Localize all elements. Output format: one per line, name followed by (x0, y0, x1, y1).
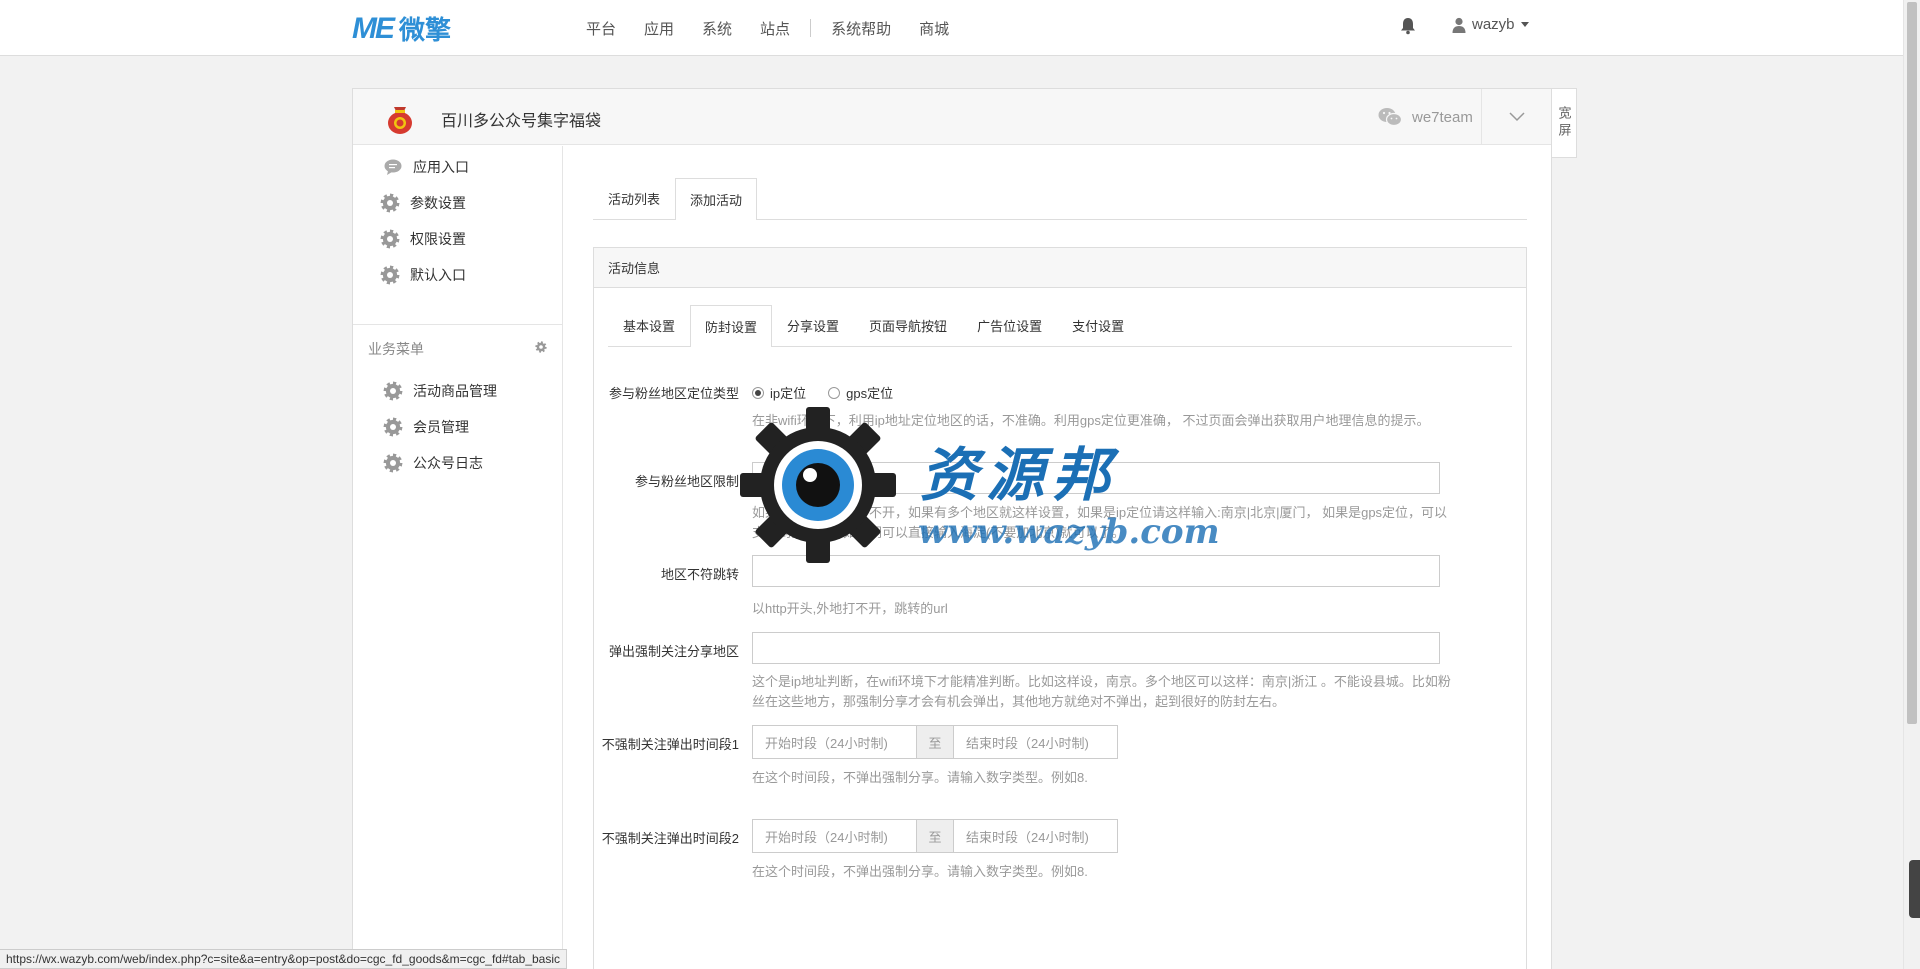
sidebar-item-default-entry[interactable]: 默认入口 (380, 263, 466, 287)
no-force-period2-label: 不强制关注弹出时间段2 (601, 831, 739, 846)
tab-anti-block-settings[interactable]: 防封设置 (690, 305, 773, 347)
tab-nav-buttons[interactable]: 页面导航按钮 (854, 304, 962, 346)
period1-start-input[interactable]: 开始时段（24小时制) (753, 726, 916, 758)
nav-apps[interactable]: 应用 (630, 18, 688, 39)
chevron-down-icon (1508, 112, 1525, 122)
sidebar-item-label: 活动商品管理 (413, 383, 497, 399)
panel-title: 活动信息 (594, 248, 1526, 288)
period2-start-input[interactable]: 开始时段（24小时制) (753, 820, 916, 852)
watermark-text: 资源邦 (920, 441, 1119, 509)
nav-system[interactable]: 系统 (688, 18, 746, 39)
brand-logo[interactable]: ME 微擎 (352, 10, 451, 47)
user-icon (1452, 17, 1466, 33)
scrollbar-thumb[interactable] (1907, 2, 1917, 724)
gear-icon (380, 265, 400, 285)
sidebar-item-logs[interactable]: 公众号日志 (383, 451, 483, 475)
no-force-period1-range: 开始时段（24小时制) 至 结束时段（24小时制) (752, 725, 1118, 759)
region-redirect-input[interactable] (752, 555, 1440, 587)
sidebar-group-title: 业务菜单 (368, 341, 424, 357)
wechat-icon (1378, 108, 1402, 127)
nav-divider (810, 19, 812, 37)
period1-to-label: 至 (916, 726, 954, 758)
gear-icon (383, 417, 403, 437)
gear-icon (383, 381, 403, 401)
radio-ip-label: ip定位 (770, 386, 807, 401)
no-force-period1-help: 在这个时间段，不弹出强制分享。请输入数字类型。例如8. (752, 770, 1088, 785)
account-switcher[interactable]: we7team (1378, 107, 1473, 127)
vertical-scrollbar[interactable] (1903, 0, 1920, 969)
period2-end-input[interactable]: 结束时段（24小时制) (954, 820, 1117, 852)
sidebar-divider (353, 324, 562, 325)
activity-info-panel: 活动信息 基本设置 防封设置 分享设置 页面导航按钮 广告位设置 支付设置 参与… (593, 247, 1527, 969)
module-header: 百川多公众号集字福袋 we7team (353, 89, 1551, 145)
no-force-period1-label: 不强制关注弹出时间段1 (601, 737, 739, 752)
top-navbar: ME 微擎 平台 应用 系统 站点 系统帮助 商城 wazyb (0, 0, 1903, 56)
sidebar: 应用入口 参数设置 权限设置 默认入口 业务菜单 活动商品管理 会员管理 公众号… (353, 146, 563, 969)
lucky-bag-icon (388, 107, 412, 134)
no-force-period2-range: 开始时段（24小时制) 至 结束时段（24小时制) (752, 819, 1118, 853)
gear-icon (380, 229, 400, 249)
status-bar-url: https://wx.wazyb.com/web/index.php?c=sit… (0, 949, 568, 969)
sidebar-item-label: 权限设置 (410, 231, 466, 247)
user-menu[interactable]: wazyb (1452, 16, 1529, 33)
logo-mark: ME (352, 11, 395, 45)
locate-type-radios: ip定位 gps定位 (752, 383, 915, 402)
tab-add-activity[interactable]: 添加活动 (675, 178, 758, 220)
force-follow-region-help: 这个是ip地址判断，在wifi环境下才能精准判断。比如这样设，南京。多个地区可以… (752, 674, 1451, 709)
chat-bubble-icon (383, 157, 403, 177)
sidebar-item-params[interactable]: 参数设置 (380, 191, 466, 215)
sidebar-item-label: 应用入口 (413, 159, 469, 175)
period2-to-label: 至 (916, 820, 954, 852)
period1-end-input[interactable]: 结束时段（24小时制) (954, 726, 1117, 758)
radio-gps[interactable] (828, 386, 841, 399)
main-nav: 平台 应用 系统 站点 系统帮助 商城 (572, 0, 963, 56)
tab-ad-settings[interactable]: 广告位设置 (962, 304, 1057, 346)
sidebar-item-app-entry[interactable]: 应用入口 (383, 155, 469, 179)
tab-payment-settings[interactable]: 支付设置 (1057, 304, 1139, 346)
sidebar-item-label: 公众号日志 (413, 455, 483, 471)
settings-tabs: 基本设置 防封设置 分享设置 页面导航按钮 广告位设置 支付设置 (608, 304, 1512, 347)
radio-ip[interactable] (752, 386, 764, 399)
locate-type-label: 参与粉丝地区定位类型 (608, 386, 739, 401)
sidebar-item-label: 会员管理 (413, 419, 469, 435)
collapse-toggle[interactable] (1481, 89, 1551, 145)
sidebar-item-goods[interactable]: 活动商品管理 (383, 379, 497, 403)
logo-name: 微擎 (399, 15, 452, 45)
gear-icon[interactable] (535, 340, 547, 356)
sidebar-item-permissions[interactable]: 权限设置 (380, 227, 466, 251)
tab-basic-settings[interactable]: 基本设置 (608, 304, 690, 346)
force-follow-region-input[interactable] (752, 632, 1440, 664)
force-follow-region-label: 弹出强制关注分享地区 (608, 644, 739, 659)
nav-platform[interactable]: 平台 (572, 18, 630, 39)
sidebar-item-label: 参数设置 (410, 195, 466, 211)
username: wazyb (1472, 16, 1515, 33)
nav-store[interactable]: 商城 (905, 18, 963, 39)
watermark-url: www.wazyb.com (918, 512, 1220, 552)
sidebar-item-label: 默认入口 (410, 267, 466, 283)
radio-gps-label: gps定位 (846, 386, 894, 401)
gear-icon (380, 193, 400, 213)
module-title: 百川多公众号集字福袋 (441, 113, 602, 130)
no-force-period2-help: 在这个时间段，不弹出强制分享。请输入数字类型。例如8. (752, 864, 1088, 879)
tab-activity-list[interactable]: 活动列表 (593, 177, 675, 219)
side-widget-tab[interactable] (1909, 860, 1920, 918)
region-redirect-help: 以http开头,外地打不开，跳转的url (752, 601, 948, 616)
chevron-down-icon (1520, 22, 1529, 27)
region-limit-label: 参与粉丝地区限制 (634, 474, 739, 489)
nav-site[interactable]: 站点 (746, 18, 804, 39)
bell-icon[interactable] (1400, 17, 1416, 35)
account-name: we7team (1412, 108, 1473, 126)
sidebar-item-members[interactable]: 会员管理 (383, 415, 469, 439)
gear-icon (383, 453, 403, 473)
tab-share-settings[interactable]: 分享设置 (772, 304, 854, 346)
activity-tabs: 活动列表 添加活动 (593, 177, 1527, 220)
nav-system-help[interactable]: 系统帮助 (817, 18, 905, 39)
wide-screen-button[interactable]: 宽屏 (1552, 88, 1577, 158)
region-redirect-label: 地区不符跳转 (660, 567, 739, 582)
